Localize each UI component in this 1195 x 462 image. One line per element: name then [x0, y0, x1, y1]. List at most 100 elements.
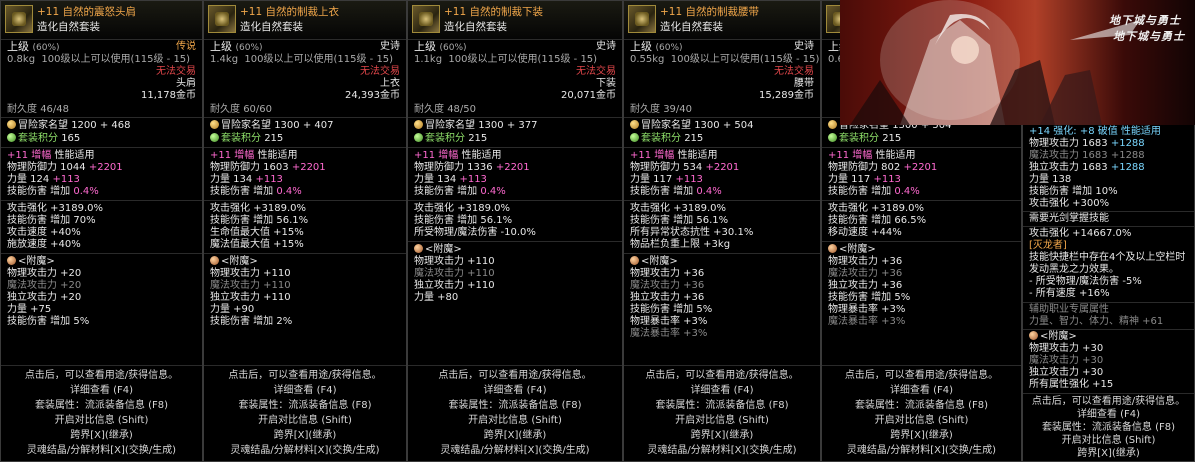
tooltip-header: +11 自然的制裁腰带 造化自然套装: [624, 1, 820, 40]
weapon-stat: 力量 138: [1029, 174, 1072, 185]
footer-detail[interactable]: 详细查看 (F4): [408, 384, 622, 397]
enchant-orb-icon: [210, 256, 219, 265]
item-title: +11 自然的制裁腰带: [660, 6, 759, 18]
footer-transcend[interactable]: 跨界[X](继承): [624, 429, 820, 442]
adventurer-fame: 冒险家名望 1300 + 377: [414, 120, 616, 132]
enchant-header: <附魔>: [630, 256, 814, 268]
enchant-line: 技能伤害 增加 5%: [828, 292, 911, 303]
set-points: 套装积分 215: [414, 133, 616, 145]
footer-transcend[interactable]: 跨界[X](继承): [1, 429, 202, 442]
amplification-line: +11 增幅 性能适用: [7, 150, 95, 161]
weapon-stat: 技能伤害 增加 10%: [1029, 186, 1118, 197]
special-stat: 技能伤害 增加 56.1%: [210, 215, 309, 226]
footer-compare[interactable]: 开启对比信息 (Shift): [1023, 434, 1194, 447]
weapon-effect-tag: [灭龙者]: [1029, 240, 1067, 251]
no-trade-label: 无法交易: [360, 66, 400, 77]
item-tooltip[interactable]: +11 自然的制裁腰带 造化自然套装 上级 (60%) 史诗 0.55kg 100级以上…: [623, 0, 821, 462]
footer-detail[interactable]: 详细查看 (F4): [822, 384, 1021, 397]
enchant-orb-icon: [1029, 331, 1038, 340]
tooltip-header: +11 自然的制裁下装 造化自然套装: [408, 1, 622, 40]
footer-detail[interactable]: 详细查看 (F4): [1023, 408, 1194, 421]
footer-transcend[interactable]: 跨界[X](继承): [408, 429, 622, 442]
footer-soul-crystal[interactable]: 灵魂结晶/分解材料[X](交换/生成): [204, 444, 406, 457]
item-price: 11,178金币: [141, 90, 196, 101]
item-icon[interactable]: [5, 5, 33, 33]
special-stat: 攻击强化 +3189.0%: [828, 203, 925, 214]
item-stat: 物理防御力 534 +2201: [630, 162, 740, 173]
enchant-header: <附魔>: [1029, 331, 1188, 343]
enchant-line: 物理攻击力 +110: [414, 256, 495, 267]
item-durability: 耐久度 48/50: [414, 104, 477, 115]
special-stat: 攻击强化 +3189.0%: [414, 203, 511, 214]
amplification-line: +11 增幅 性能适用: [630, 150, 718, 161]
special-stat: 所有异常状态抗性 +30.1%: [630, 227, 754, 238]
item-icon[interactable]: [208, 5, 236, 33]
footer-set-info[interactable]: 套装属性：流派装备信息 (F8): [204, 399, 406, 412]
item-tooltip[interactable]: +11 自然的震怒头肩 造化自然套装 上级 (60%) 传说 0.8kg 100级以上可…: [0, 0, 203, 462]
special-stat: 技能伤害 增加 56.1%: [630, 215, 729, 226]
weapon-job-attr-value: 力量、智力、体力、精神 +61: [1029, 316, 1164, 327]
amplification-line: +11 增幅 性能适用: [414, 150, 502, 161]
item-title: +11 自然的制裁上衣: [240, 6, 339, 18]
footer-set-info[interactable]: 套装属性：流派装备信息 (F8): [624, 399, 820, 412]
footer-soul-crystal[interactable]: 灵魂结晶/分解材料[X](交换/生成): [408, 444, 622, 457]
item-icon[interactable]: [412, 5, 440, 33]
item-durability: 耐久度 60/60: [210, 104, 273, 115]
footer-set-info[interactable]: 套装属性：流派装备信息 (F8): [822, 399, 1021, 412]
footer-set-info[interactable]: 套装属性：流派装备信息 (F8): [1023, 421, 1194, 434]
footer-click-hint: 点击后，可以查看用途/获得信息。: [24, 370, 179, 381]
special-stat: 攻击强化 +3189.0%: [210, 203, 307, 214]
item-tooltip[interactable]: +11 自然的制裁上衣 造化自然套装 上级 (60%) 史诗 1.4kg 100级以上可…: [203, 0, 407, 462]
footer-click-hint: 点击后，可以查看用途/获得信息。: [228, 370, 382, 381]
item-durability: 耐久度 46/48: [7, 104, 70, 115]
item-stat: 力量 134 +113: [414, 174, 487, 185]
footer-compare[interactable]: 开启对比信息 (Shift): [624, 414, 820, 427]
enchant-line: 魔法暴击率 +3%: [828, 316, 906, 327]
footer-set-info[interactable]: 套装属性：流派装备信息 (F8): [408, 399, 622, 412]
enchant-line: 魔法攻击力 +30: [1029, 355, 1104, 366]
footer-transcend[interactable]: 跨界[X](继承): [1023, 447, 1194, 460]
enchant-line: 力量 +90: [210, 304, 255, 315]
enchant-orb-icon: [630, 256, 639, 265]
footer-compare[interactable]: 开启对比信息 (Shift): [204, 414, 406, 427]
item-slot: 上衣: [380, 78, 400, 89]
item-stat: 物理防御力 1603 +2201: [210, 162, 326, 173]
enchant-orb-icon: [7, 256, 16, 265]
footer-click-hint: 点击后，可以查看用途/获得信息。: [1031, 396, 1186, 407]
item-tooltip[interactable]: +11 自然的制裁下装 造化自然套装 上级 (60%) 史诗 1.1kg 100级以上可…: [407, 0, 623, 462]
enchant-line: 魔法攻击力 +20: [7, 280, 82, 291]
item-title: +11 自然的制裁下装: [444, 6, 543, 18]
footer-detail[interactable]: 详细查看 (F4): [624, 384, 820, 397]
item-icon[interactable]: [628, 5, 656, 33]
footer-transcend[interactable]: 跨界[X](继承): [204, 429, 406, 442]
item-stat: 物理防御力 1336 +2201: [414, 162, 530, 173]
set-points: 套装积分 215: [828, 133, 1015, 145]
item-weight-level: 1.1kg 100级以上可以使用(115级 - 15): [414, 54, 598, 65]
footer-soul-crystal[interactable]: 灵魂结晶/分解材料[X](交换/生成): [624, 444, 820, 457]
enchant-line: 物理暴击率 +3%: [828, 304, 906, 315]
footer-compare[interactable]: 开启对比信息 (Shift): [408, 414, 622, 427]
set-points-icon: [630, 133, 639, 142]
adventurer-fame: 冒险家名望 1300 + 407: [210, 120, 400, 132]
item-rarity: 史诗: [596, 41, 616, 52]
weapon-effect-desc: - 所受物理/魔法伤害 -5%: [1029, 276, 1142, 287]
footer-soul-crystal[interactable]: 灵魂结晶/分解材料[X](交换/生成): [1, 444, 202, 457]
footer-soul-crystal[interactable]: 灵魂结晶/分解材料[X](交换/生成): [822, 444, 1021, 457]
special-stat: 物品栏负重上限 +3kg: [630, 239, 731, 250]
footer-transcend[interactable]: 跨界[X](继承): [822, 429, 1021, 442]
enchant-orb-icon: [414, 244, 423, 253]
weapon-stat: 魔法攻击力 1683 +1288: [1029, 150, 1145, 161]
item-set-name: 造化自然套装: [37, 21, 100, 33]
no-trade-label: 无法交易: [774, 66, 814, 77]
item-slot: 头肩: [176, 78, 196, 89]
weapon-tooltip[interactable]: +14 强化: +8 破值 性能适用 物理攻击力 1683 +1288 魔法攻击…: [1022, 122, 1195, 462]
footer-detail[interactable]: 详细查看 (F4): [1, 384, 202, 397]
enchant-line: 独立攻击力 +30: [1029, 367, 1104, 378]
footer-detail[interactable]: 详细查看 (F4): [204, 384, 406, 397]
footer-set-info[interactable]: 套装属性：流派装备信息 (F8): [1, 399, 202, 412]
adventurer-fame: 冒险家名望 1200 + 468: [7, 120, 196, 132]
weapon-requirement: 需要光剑掌握技能: [1029, 213, 1109, 224]
footer-compare[interactable]: 开启对比信息 (Shift): [822, 414, 1021, 427]
special-stat: 攻击强化 +3189.0%: [7, 203, 104, 214]
footer-compare[interactable]: 开启对比信息 (Shift): [1, 414, 202, 427]
